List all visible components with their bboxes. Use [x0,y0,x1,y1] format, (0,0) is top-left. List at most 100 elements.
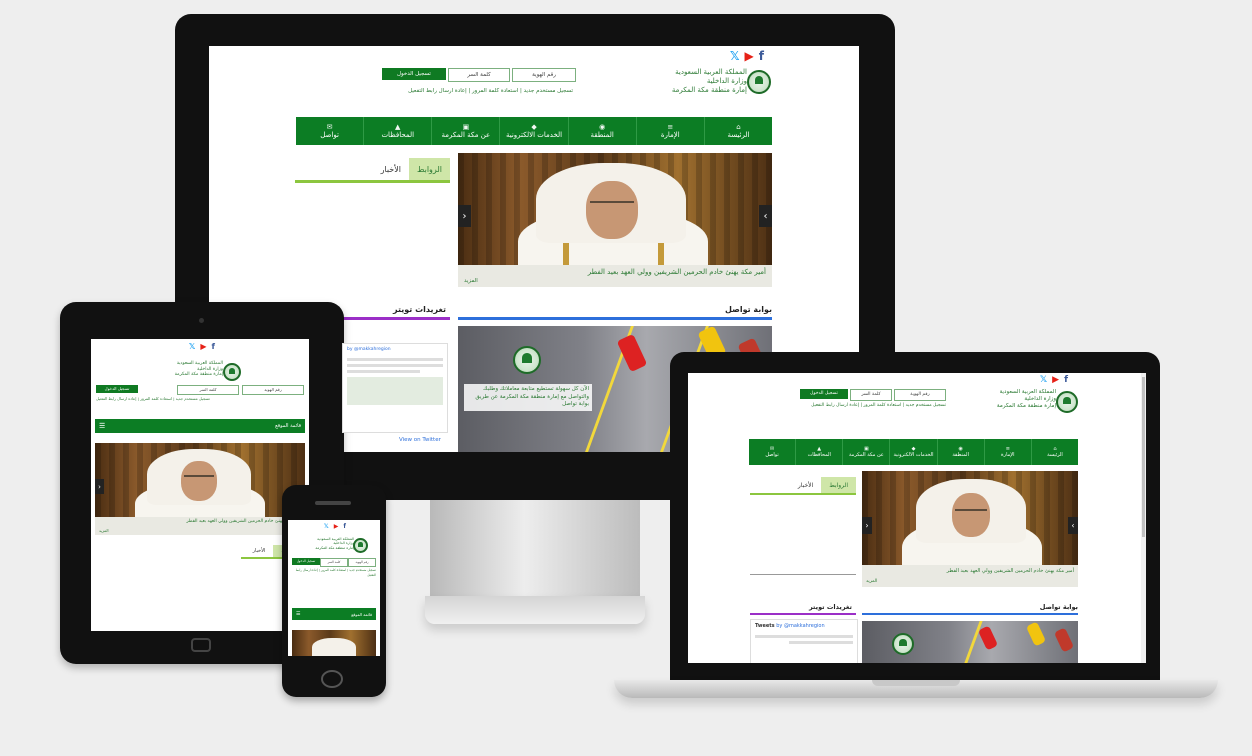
portal-promo-banner[interactable] [862,621,1078,663]
facebook-icon[interactable]: f [1064,376,1068,385]
slider-caption-text: أمير مكة يهنئ خادم الحرمين الشريفين وولي… [186,519,301,524]
slider-more-link[interactable]: المزيد [99,528,109,533]
portal-section-title: بوابة تواصل [724,305,772,314]
brand-line-region: إمارة منطقة مكة المكرمة [315,545,354,550]
tabs-content-divider [750,574,856,575]
nav-label: الخدمات الالكترونية [505,130,563,139]
tablet-camera [199,318,204,323]
nav-item-eservices[interactable]: ◆ الخدمات الالكترونية [499,117,567,145]
twitter-icon[interactable]: 𝕏 [189,343,195,351]
id-number-input[interactable]: رقم الهوية [512,68,576,82]
scrollbar-thumb[interactable] [1142,377,1145,537]
id-number-input[interactable]: رقم الهوية [348,558,376,567]
twitter-icon[interactable]: 𝕏 [730,50,740,62]
page-scrollbar[interactable] [1141,373,1146,663]
flag-icon: ▲ [817,445,822,452]
news-slider[interactable]: أمير مكة يهنئ خادم الحرمين الشريفين وولي… [862,471,1078,587]
tab-news[interactable]: الأخبار [244,545,274,557]
nav-item-region[interactable]: ◉ المنطقة [936,439,984,465]
slider-caption[interactable]: أمير مكة يهنئ خادم الحرمين الشريفين وولي… [458,265,772,287]
nav-label: الرئيسة [1047,451,1063,458]
nav-item-region[interactable]: ◉ المنطقة [567,117,636,145]
account-links[interactable]: تسجيل مستخدم جديد | استعادة كلمة المرور … [408,88,573,94]
facebook-icon[interactable]: f [212,343,215,351]
brand-title: المملكة العربية السعودية وزارة الداخلية … [997,389,1056,410]
password-input[interactable]: كلمة السر [177,385,239,395]
youtube-icon[interactable]: ▶ [200,343,206,351]
news-slider[interactable]: أمير مكة يهنئ خادم الحرمين الشريفين وولي… [458,153,772,287]
tab-links[interactable]: الروابط [409,158,450,180]
nav-item-emirate[interactable]: ≡ الإمارة [635,117,704,145]
mobile-menu-button[interactable]: قائمة الموقع ☰ [292,608,376,620]
youtube-icon[interactable]: ▶ [1052,376,1059,385]
nav-item-about-makkah[interactable]: ▣ عن مكة المكرمة [842,439,889,465]
id-number-input[interactable]: رقم الهوية [242,385,304,395]
nav-item-eservices[interactable]: ◆ الخدمات الالكترونية [889,439,936,465]
laptop-notch [872,680,960,686]
id-number-input[interactable]: رقم الهوية [894,389,946,401]
slider-next-arrow[interactable]: › [1068,517,1078,534]
slider-next-arrow[interactable]: › [759,205,772,227]
nav-label: عن مكة المكرمة [848,451,884,458]
kaaba-icon: ▣ [864,445,869,452]
facebook-icon[interactable]: f [759,50,764,62]
ministry-logo [747,70,771,94]
nav-item-contact[interactable]: ✉ تواصل [749,439,795,465]
twitter-section-underline [750,613,856,615]
mobile-menu-button[interactable]: قائمة الموقع ☰ [95,419,305,433]
social-links: 𝕏 ▶ f [324,524,346,530]
twitter-widget[interactable]: Tweets by @makkahregion [750,619,858,663]
brand-line-country: المملكة العربية السعودية [999,389,1056,395]
facebook-icon[interactable]: f [343,524,346,530]
desktop-monitor-base [425,596,645,624]
nav-item-governorates[interactable]: ▲ المحافظات [363,117,431,145]
tab-links[interactable]: الروابط [821,477,856,493]
slider-prev-arrow[interactable]: ‹ [95,479,104,494]
portal-promo-text: الآن كل سهولة تستطيع متابعة معاملاتك وطل… [464,384,592,412]
nav-item-governorates[interactable]: ▲ المحافظات [795,439,842,465]
account-links[interactable]: تسجيل مستخدم جديد | استعادة كلمة المرور … [96,396,210,401]
login-button[interactable]: تسجيل الدخول [292,558,320,565]
login-button[interactable]: تسجيل الدخول [800,389,848,399]
password-input[interactable]: كلمة السر [320,558,348,567]
twitter-icon[interactable]: 𝕏 [324,524,329,530]
nav-item-home[interactable]: ⌂ الرئيسة [1030,439,1078,465]
tab-news[interactable]: الأخبار [372,158,410,180]
slider-more-link[interactable]: المزيد [464,278,478,284]
password-input[interactable]: كلمة السر [448,68,510,82]
slider-prev-arrow[interactable]: ‹ [458,205,471,227]
slider-more-link[interactable]: المزيد [866,579,877,584]
nav-item-home[interactable]: ⌂ الرئيسة [703,117,772,145]
nav-item-contact[interactable]: ✉ تواصل [296,117,363,145]
tweet-image [347,377,443,405]
password-input[interactable]: كلمة السر [850,389,892,401]
youtube-icon[interactable]: ▶ [745,50,754,62]
brand-line-region: إمارة منطقة مكة المكرمة [671,85,747,94]
news-tabs: الروابط الأخبار [295,158,450,183]
twitter-widget-handle: by @makkahregion [347,347,391,352]
tab-news[interactable]: الأخبار [789,477,822,493]
slider-figure-glasses [955,509,987,511]
nav-item-emirate[interactable]: ≡ الإمارة [983,439,1031,465]
tweet-text [347,364,443,367]
news-slider[interactable] [292,630,376,656]
slider-caption[interactable]: أمير مكة يهنئ خادم الحرمين الشريفين وولي… [862,565,1078,587]
view-on-twitter-link[interactable]: View on Twitter [399,437,441,443]
nav-label: عن مكة المكرمة [441,130,491,139]
youtube-icon[interactable]: ▶ [334,524,339,530]
laptop-website: 𝕏 ▶ f المملكة العربية السعودية وزارة الد… [688,373,1146,663]
account-links[interactable]: تسجيل مستخدم جديد | استعادة كلمة المرور … [292,568,376,577]
nav-label: المنطقة [952,451,969,458]
news-slider[interactable]: أمير مكة يهنئ خادم الحرمين الشريفين وولي… [95,443,305,535]
twitter-icon[interactable]: 𝕏 [1040,376,1047,385]
slider-prev-arrow[interactable]: ‹ [862,517,872,534]
nav-item-about-makkah[interactable]: ▣ عن مكة المكرمة [431,117,499,145]
slider-caption[interactable]: أمير مكة يهنئ خادم الحرمين الشريفين وولي… [95,517,305,535]
desktop-twitter-widget[interactable]: by @makkahregion [342,343,448,433]
account-links[interactable]: تسجيل مستخدم جديد | استعادة كلمة المرور … [800,403,946,410]
car-illustration [616,333,648,373]
login-button[interactable]: تسجيل الدخول [382,68,446,80]
slider-figure-glasses [590,201,634,203]
login-button[interactable]: تسجيل الدخول [96,385,138,393]
car-illustration [1053,627,1075,653]
